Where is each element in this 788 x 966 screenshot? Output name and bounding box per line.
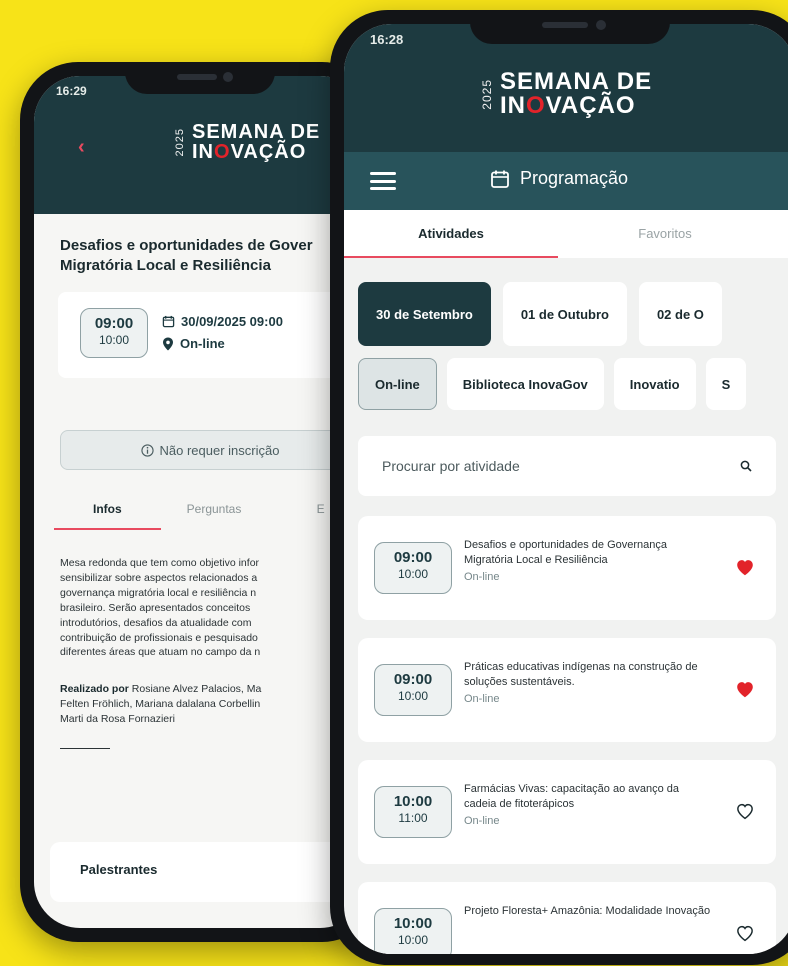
schedule-screen: 2025 SEMANA DE INOVAÇÃO Programação Ativ… [344, 24, 788, 954]
calendar-icon [491, 170, 509, 188]
date-selector: 30 de Setembro 01 de Outubro 02 de O [358, 282, 722, 346]
nav-bar: Programação [344, 152, 788, 210]
brand-year: 2025 [480, 78, 494, 110]
search-bar [358, 436, 776, 496]
date-chip[interactable]: 30 de Setembro [358, 282, 491, 346]
phone-notch [470, 10, 670, 44]
brand-line1: SEMANA DE [192, 121, 321, 143]
tab-favoritos[interactable]: Favoritos [558, 210, 772, 258]
time-badge: 10:00 11:00 [374, 786, 452, 838]
brand-year: 2025 [174, 127, 186, 157]
event-detail-screen: ‹ 2025 SEMANA DE INOVAÇÃO Desafios e opo… [34, 76, 366, 928]
location-chip[interactable]: On-line [358, 358, 437, 410]
activity-title: Projeto Floresta+ Amazônia: Modalidade I… [464, 905, 711, 917]
activity-title: Práticas educativas indígenas na constru… [464, 660, 714, 708]
activity-card[interactable]: 10:00 11:00 Farmácias Vivas: capacitação… [358, 760, 776, 864]
date-chip[interactable]: 01 de Outubro [502, 282, 627, 346]
location-chip[interactable]: Inovatio [613, 358, 696, 410]
location-filter: On-line Biblioteca InovaGov Inovatio S [358, 358, 747, 410]
time-start: 09:00 [94, 315, 134, 332]
activity-list: 09:00 10:00 Desafios e oportunidades de … [358, 516, 776, 954]
time-badge: 09:00 10:00 [80, 308, 148, 358]
status-time: 16:29 [56, 84, 87, 98]
activity-card[interactable]: 10:00 10:00 Projeto Floresta+ Amazônia: … [358, 882, 776, 954]
brand-logo: 2025 SEMANA DE INOVAÇÃO [174, 122, 320, 162]
tab-infos[interactable]: Infos [54, 494, 161, 530]
event-title: Desafios e oportunidades de Gover Migrat… [60, 237, 313, 274]
event-organizers: Realizado por Rosiane Alvez Palacios, Ma… [60, 683, 262, 725]
heart-filled-icon[interactable] [734, 678, 756, 700]
location-pin-icon [163, 337, 173, 350]
activity-location: On-line [464, 693, 500, 706]
activity-card[interactable]: 09:00 10:00 Desafios e oportunidades de … [358, 516, 776, 620]
detail-tabs: Infos Perguntas E [54, 494, 366, 530]
event-info-card: 09:00 10:00 30/09/2025 09:00 On-line [58, 292, 366, 378]
heart-outline-icon[interactable] [734, 800, 756, 822]
brand-line1: SEMANA DE [500, 68, 653, 95]
brand-line2: INOVAÇÃO [500, 92, 636, 119]
brand-line2: INOVAÇÃO [192, 141, 307, 163]
search-input[interactable] [382, 458, 702, 474]
info-icon [140, 443, 154, 457]
activity-location: On-line [464, 815, 500, 828]
phone-notch [125, 62, 275, 94]
phone-left: ‹ 2025 SEMANA DE INOVAÇÃO Desafios e opo… [20, 62, 380, 942]
calendar-icon [162, 315, 175, 328]
time-end: 10:00 [98, 333, 130, 347]
divider [60, 748, 110, 749]
event-description: Mesa redonda que tem como objetivo infor… [60, 557, 261, 659]
activity-location: On-line [464, 571, 500, 584]
registration-status: Não requer inscrição [60, 430, 360, 470]
phone-right: 2025 SEMANA DE INOVAÇÃO Programação Ativ… [330, 10, 788, 965]
status-time: 16:28 [370, 32, 404, 47]
brand-logo: 2025 SEMANA DE INOVAÇÃO [480, 70, 652, 118]
time-badge: 10:00 10:00 [374, 908, 452, 954]
time-badge: 09:00 10:00 [374, 664, 452, 716]
menu-icon[interactable] [370, 172, 396, 190]
nav-title: Programação [490, 168, 628, 189]
speakers-section[interactable]: Palestrantes [50, 842, 366, 902]
event-location: On-line [162, 336, 225, 351]
heart-filled-icon[interactable] [734, 556, 756, 578]
tab-atividades[interactable]: Atividades [344, 210, 558, 258]
event-date: 30/09/2025 09:00 [162, 314, 283, 329]
time-badge: 09:00 10:00 [374, 542, 452, 594]
location-chip[interactable]: S [705, 358, 747, 410]
search-icon[interactable] [740, 460, 752, 472]
schedule-tabs: Atividades Favoritos [344, 210, 788, 258]
back-icon[interactable]: ‹ [78, 136, 85, 159]
activity-title: Farmácias Vivas: capacitação ao avanço d… [464, 782, 714, 830]
tab-perguntas[interactable]: Perguntas [161, 494, 268, 530]
heart-outline-icon[interactable] [734, 922, 756, 944]
date-chip[interactable]: 02 de O [638, 282, 722, 346]
activity-card[interactable]: 09:00 10:00 Práticas educativas indígena… [358, 638, 776, 742]
activity-title: Desafios e oportunidades de Governança M… [464, 538, 714, 586]
location-chip[interactable]: Biblioteca InovaGov [446, 358, 604, 410]
